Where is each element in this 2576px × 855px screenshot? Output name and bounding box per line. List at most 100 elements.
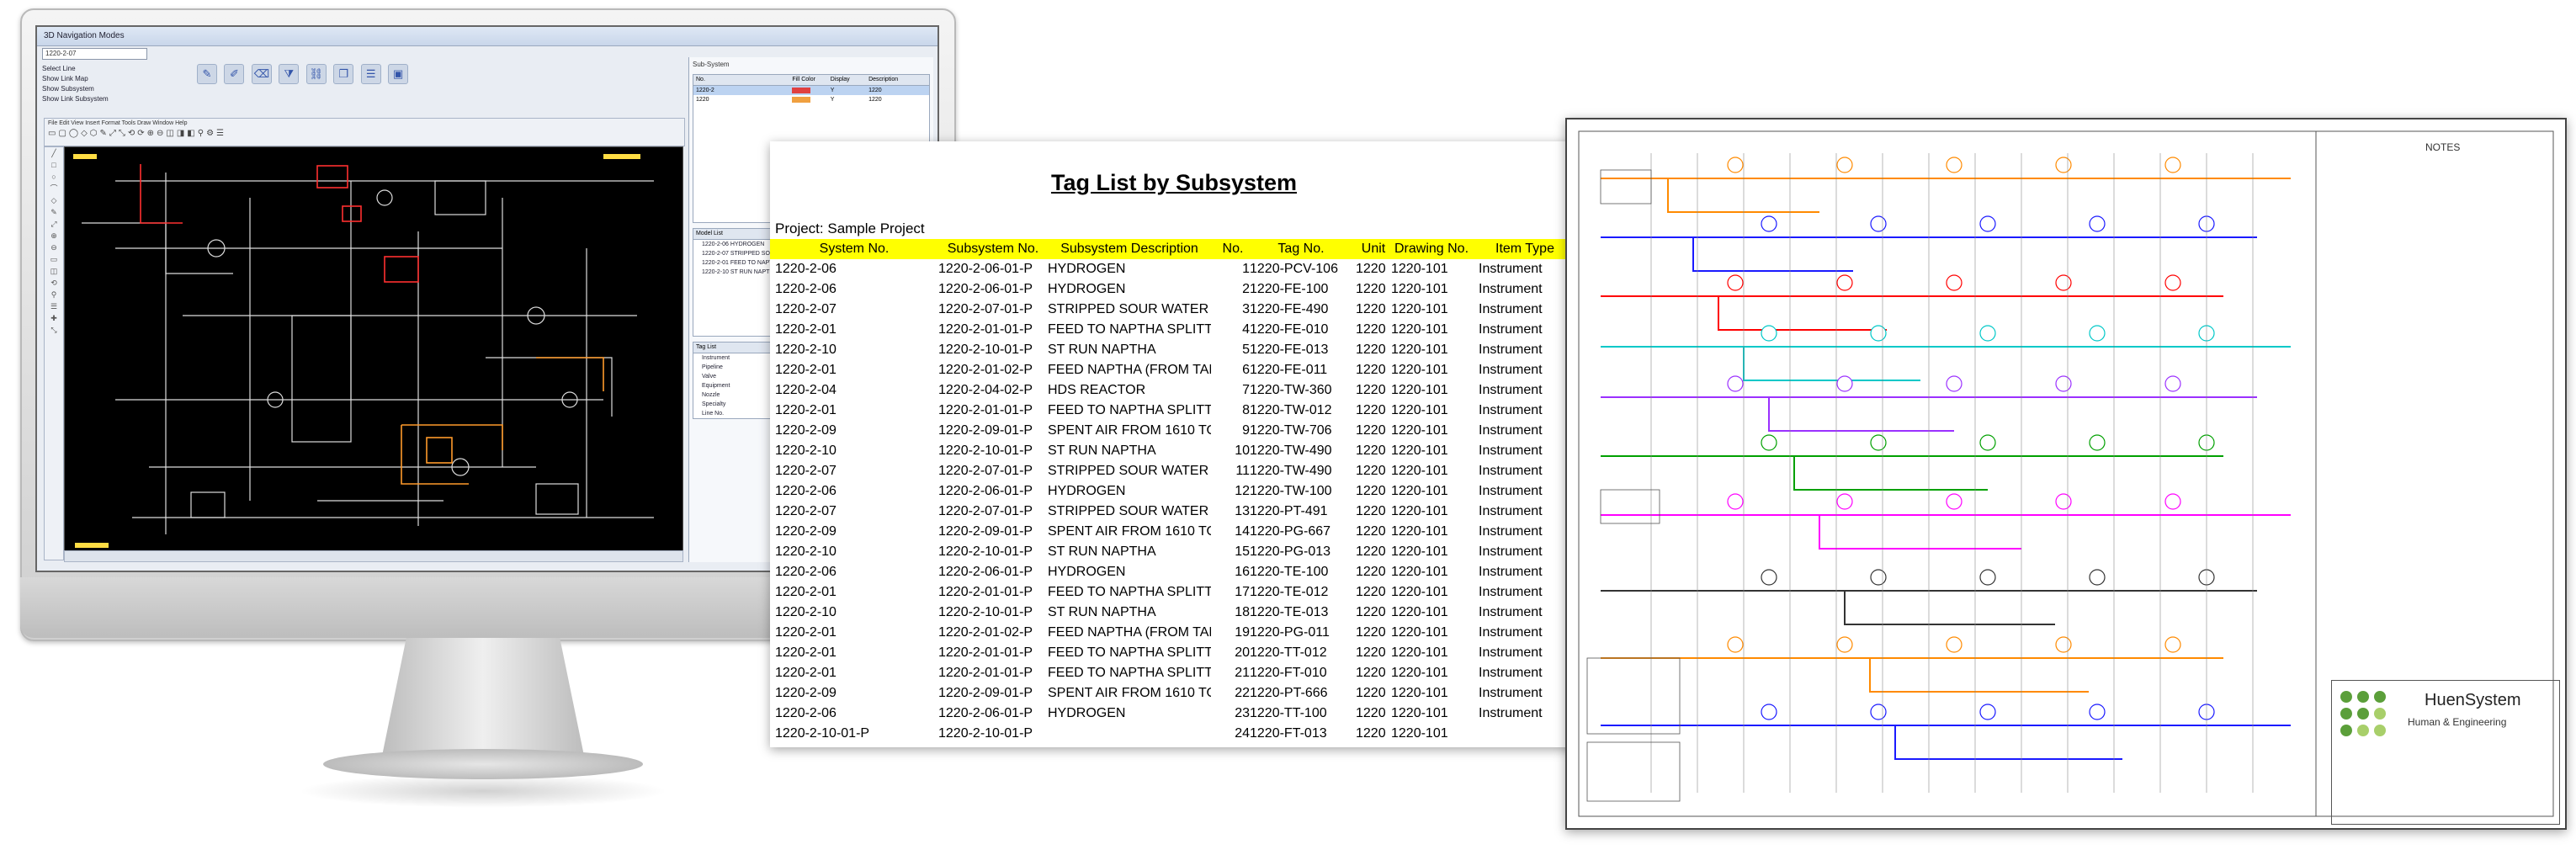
brush-icon[interactable]: ✐: [224, 64, 245, 84]
col-no[interactable]: No.: [693, 75, 789, 85]
system-no: 1220-2-09: [775, 423, 837, 438]
subsystem-desc: HYDROGEN: [1048, 565, 1126, 579]
tag-no: 1220-TW-706: [1250, 423, 1332, 438]
cad-toolbar-icons[interactable]: ▭▢◯◇⬡✎⤢⤡⟲⟳⊕⊖◫◨◧⚲⚙☰: [45, 129, 684, 144]
drawing-no: 1220-101: [1391, 585, 1448, 599]
subsystem-no: 1220-2-06-01-P: [938, 262, 1033, 276]
instrument-bubble: [1836, 493, 1853, 510]
system-no: 1220-2-10-01-P: [775, 726, 870, 741]
item-type: Instrument: [1479, 605, 1543, 619]
instrument-bubble: [1870, 325, 1887, 342]
drawing-no: 1220-101: [1391, 625, 1448, 640]
report-row: 1220-2-01 1220-2-01-01-P FEED TO NAPTHA SP…: [770, 320, 1578, 340]
row-no: 2: [1242, 282, 1250, 296]
col-display[interactable]: Display: [828, 75, 866, 85]
row-no: 10: [1235, 443, 1250, 458]
cad-menu: File Edit View Insert Format Tools Draw …: [48, 120, 188, 126]
cad-drawing-canvas[interactable]: [64, 146, 683, 552]
cad-side-toolbar[interactable]: ╱ □ ○ ⌒ ◇ ✎ ⤢ ⊕ ⊖ ▭ ◫ ⟲ ⚲ ☰ ✚ ⤡: [44, 146, 64, 560]
item-type: Instrument: [1479, 423, 1543, 438]
save-icon[interactable]: ▣: [388, 64, 409, 84]
list-icon[interactable]: ☰: [360, 64, 381, 84]
display-flag[interactable]: Y: [828, 86, 866, 95]
subsystem-desc: FEED TO NAPTHA SPLITTEI: [1048, 403, 1211, 417]
subsystem-no: 1220-2-10-01-P: [938, 544, 1033, 559]
instrument-bubble: [1761, 434, 1777, 451]
eraser-icon[interactable]: ⌫: [251, 64, 272, 84]
process-line: [1601, 657, 2223, 693]
row-no: 15: [1235, 544, 1250, 559]
option-4[interactable]: Show Link Subsystem: [42, 94, 480, 104]
instrument-bubble: [2089, 325, 2106, 342]
subsystem-row[interactable]: 1220 Y 1220: [693, 95, 929, 104]
pid-drawing-sheet: NOTES HuenSystem Human & Engineering: [1565, 118, 2567, 830]
process-line: [1601, 455, 2223, 491]
filter-icon[interactable]: ⧩: [279, 64, 300, 84]
display-flag[interactable]: Y: [828, 95, 866, 104]
subsystem-desc: FEED NAPTHA (FROM TAN: [1048, 363, 1211, 377]
report-row: 1220-2-09 1220-2-09-01-P SPENT AIR FROM 16…: [770, 421, 1578, 441]
instrument-bubble: [2089, 704, 2106, 720]
subsystem-no: 1220-2-01-01-P: [938, 403, 1033, 417]
subsystem-combo[interactable]: 1220-2-07: [42, 48, 147, 60]
subsystem-no: 1220-2-09-01-P: [938, 524, 1033, 539]
system-no: 1220-2-09: [775, 524, 837, 539]
unit: 1220: [1356, 645, 1386, 660]
system-no: 1220-2-01: [775, 645, 837, 660]
row-no: 23: [1235, 706, 1250, 720]
system-no: 1220-2-04: [775, 383, 837, 397]
unit: 1220: [1356, 443, 1386, 458]
report-row: 1220-2-06 1220-2-06-01-P HYDROGEN 2 1220-FE-…: [770, 279, 1578, 300]
report-row: 1220-2-07 1220-2-07-01-P STRIPPED SOUR WAT…: [770, 300, 1578, 320]
row-no: 11: [1235, 464, 1250, 478]
link-icon[interactable]: ⛓: [305, 64, 327, 84]
item-type: Instrument: [1479, 706, 1543, 720]
process-line: [1601, 514, 2291, 550]
cad-horizontal-scrollbar[interactable]: [64, 550, 683, 562]
subsystem-no: 1220-2-09-01-P: [938, 686, 1033, 700]
drawing-no: 1220-101: [1391, 726, 1448, 741]
instrument-bubble: [1761, 215, 1777, 232]
pid-dark-view: [73, 154, 654, 548]
hdr-item-type: Item Type: [1495, 242, 1554, 256]
report-rows: 1220-2-06 1220-2-06-01-P HYDROGEN 1 1220-PCV…: [770, 259, 1578, 744]
stand-shadow: [298, 774, 668, 808]
instrument-bubble: [2164, 157, 2181, 173]
subsystem-no: 1220-2-07-01-P: [938, 464, 1033, 478]
subsystem-row[interactable]: 1220-2 Y 1220: [693, 86, 929, 95]
subsystem-no: 1220-2-01-01-P: [938, 322, 1033, 337]
process-line: [1601, 346, 2291, 381]
subsystem-desc: HDS REACTOR: [1048, 383, 1146, 397]
instrument-bubble: [1727, 375, 1744, 392]
drawing-no: 1220-101: [1391, 706, 1448, 720]
report-row: 1220-2-10 1220-2-10-01-P ST RUN NAPTHA 15 12…: [770, 542, 1578, 562]
subsystem-desc: ST RUN NAPTHA: [1048, 544, 1156, 559]
subsystem-desc: 1220: [868, 88, 882, 93]
item-type: Instrument: [1479, 302, 1543, 316]
drawing-no: 1220-101: [1391, 605, 1448, 619]
pen-icon[interactable]: ✎: [197, 64, 217, 84]
tag-no: 1220-PT-491: [1250, 504, 1328, 518]
report-row: 1220-2-10 1220-2-10-01-P ST RUN NAPTHA 18 12…: [770, 603, 1578, 623]
subsystem-no: 1220-2-10-01-P: [938, 443, 1033, 458]
instrument-bubble: [2055, 274, 2072, 291]
tag-no: 1220-PT-666: [1250, 686, 1328, 700]
tag-no: 1220-FE-490: [1250, 302, 1329, 316]
subsystem-no: 1220-2-01-01-P: [938, 666, 1033, 680]
instrument-bubble: [1727, 636, 1744, 653]
row-no: 21: [1235, 666, 1250, 680]
col-fill-color[interactable]: Fill Color: [789, 75, 827, 85]
system-no: 1220-2-06: [775, 484, 837, 498]
drawing-no: 1220-101: [1391, 565, 1448, 579]
monitor-stand: [382, 638, 584, 756]
instrument-bubble: [1727, 274, 1744, 291]
app-titlebar: 3D Navigation Modes: [37, 27, 937, 46]
copy-icon[interactable]: ❐: [333, 64, 354, 84]
row-no: 16: [1235, 565, 1250, 579]
tag-no: 1220-TW-360: [1250, 383, 1332, 397]
system-no: 1220-2-07: [775, 504, 837, 518]
instrument-bubble: [1979, 434, 1996, 451]
col-description[interactable]: Description: [866, 75, 929, 85]
tag-no: 1220-FT-010: [1250, 666, 1327, 680]
drawing-no: 1220-101: [1391, 383, 1448, 397]
